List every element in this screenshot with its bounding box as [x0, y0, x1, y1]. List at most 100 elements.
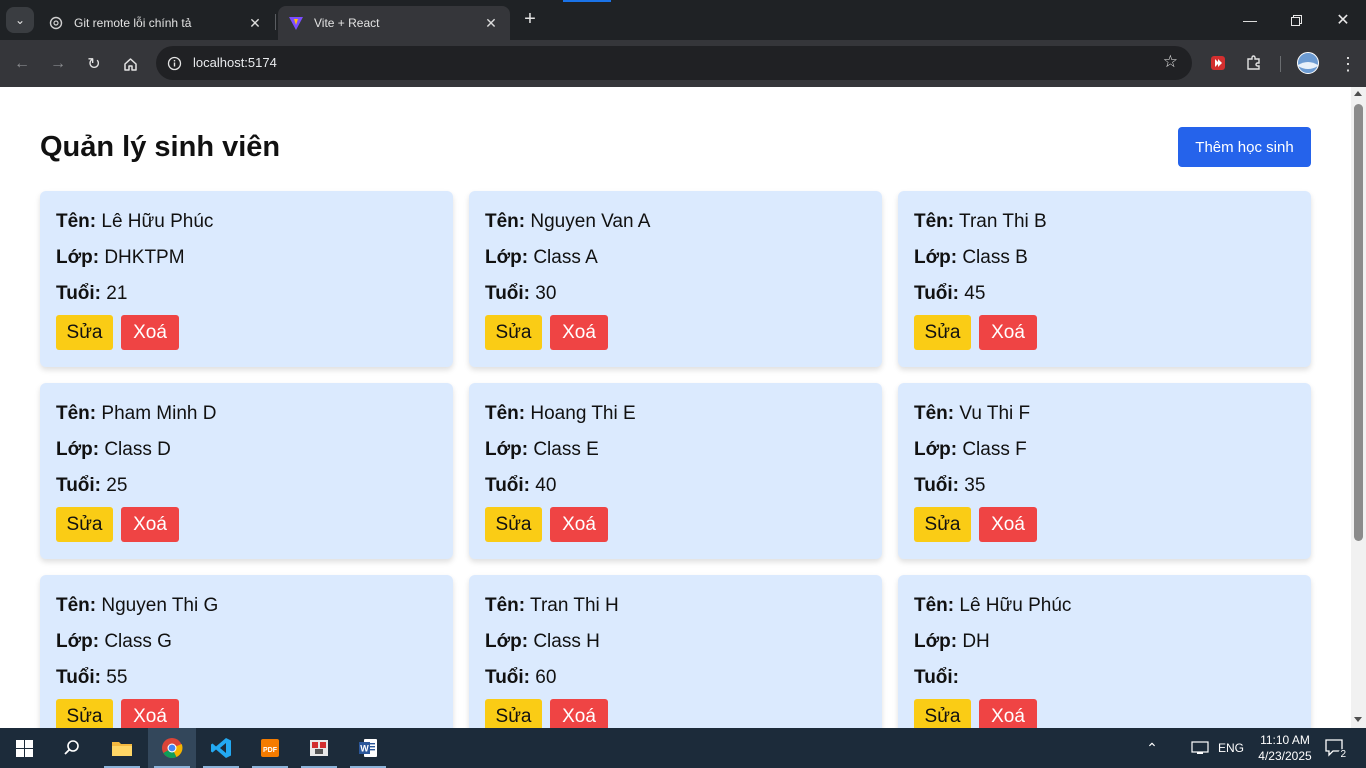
student-card: Tên: Vu Thi F Lớp: Class F Tuổi: 35 Sửa Xoá	[898, 383, 1311, 559]
student-name: Tên: Nguyen Thi G	[56, 595, 218, 617]
vscode-icon[interactable]	[197, 728, 245, 768]
minimize-icon[interactable]: —	[1227, 8, 1273, 32]
browser-toolbar: ← → ↻ localhost:5174 ☆ ⋮	[0, 40, 1366, 87]
name-label: Tên:	[485, 595, 526, 616]
notification-icon[interactable]: 2	[1320, 728, 1350, 768]
restore-icon[interactable]	[1273, 8, 1319, 32]
student-card: Tên: Tran Thi H Lớp: Class H Tuổi: 60 Sửa Xo…	[469, 575, 882, 728]
extension-red-icon[interactable]	[1208, 53, 1228, 73]
tab-vite-react[interactable]: Vite + React ✕	[278, 6, 510, 40]
name-value: Nguyen Van A	[530, 211, 651, 232]
class-value: Class D	[104, 439, 171, 460]
delete-button[interactable]: Xoá	[979, 507, 1037, 542]
edit-button[interactable]: Sửa	[56, 699, 113, 728]
home-icon[interactable]	[116, 50, 144, 78]
reload-icon[interactable]: ↻	[80, 50, 108, 78]
student-age: Tuổi: 25	[56, 475, 127, 497]
url-text: localhost:5174	[193, 55, 277, 70]
language-indicator[interactable]: ENG	[1214, 728, 1248, 768]
delete-button[interactable]: Xoá	[550, 315, 608, 350]
student-class: Lớp: Class D	[56, 439, 171, 461]
edit-button[interactable]: Sửa	[914, 507, 971, 542]
class-label: Lớp:	[56, 247, 100, 268]
delete-button[interactable]: Xoá	[121, 699, 179, 728]
student-class: Lớp: Class F	[914, 439, 1027, 461]
close-icon[interactable]: ✕	[246, 14, 264, 32]
edit-button[interactable]: Sửa	[56, 507, 113, 542]
word-icon[interactable]: W	[344, 728, 392, 768]
name-label: Tên:	[485, 403, 526, 424]
tab-git-remote[interactable]: Git remote lỗi chính tả ✕	[38, 6, 274, 40]
age-label: Tuổi:	[914, 283, 960, 304]
delete-button[interactable]: Xoá	[121, 315, 179, 350]
student-class: Lớp: Class G	[56, 631, 172, 653]
class-label: Lớp:	[914, 247, 958, 268]
student-class: Lớp: Class H	[485, 631, 600, 653]
scroll-down-arrow-icon[interactable]	[1354, 717, 1362, 722]
tab-search-button[interactable]: ⌄	[6, 7, 34, 33]
age-label: Tuổi:	[485, 283, 531, 304]
page-scrollbar[interactable]	[1351, 87, 1366, 728]
age-label: Tuổi:	[485, 475, 531, 496]
student-age: Tuổi: 55	[56, 667, 127, 689]
class-value: Class E	[533, 439, 599, 460]
class-label: Lớp:	[914, 439, 958, 460]
name-value: Vu Thi F	[959, 403, 1031, 424]
delete-button[interactable]: Xoá	[550, 699, 608, 728]
edit-button[interactable]: Sửa	[485, 507, 542, 542]
chevron-up-icon[interactable]: ⌃	[1140, 728, 1164, 768]
forward-arrow-icon[interactable]: →	[44, 50, 72, 78]
class-label: Lớp:	[485, 631, 529, 652]
file-explorer-icon[interactable]	[98, 728, 146, 768]
delete-button[interactable]: Xoá	[979, 315, 1037, 350]
delete-button[interactable]: Xoá	[979, 699, 1037, 728]
student-card: Tên: Nguyen Thi G Lớp: Class G Tuổi: 55 Sửa…	[40, 575, 453, 728]
chrome-icon[interactable]	[148, 728, 196, 768]
close-icon[interactable]: ✕	[482, 14, 500, 32]
page-content: Quản lý sinh viên Thêm học sinh Tên: Lê …	[0, 87, 1351, 728]
delete-button[interactable]: Xoá	[121, 507, 179, 542]
edit-button[interactable]: Sửa	[485, 315, 542, 350]
student-age: Tuổi:	[914, 667, 959, 689]
student-name: Tên: Pham Minh D	[56, 403, 217, 425]
network-icon[interactable]	[1188, 728, 1212, 768]
windows-start-icon[interactable]	[0, 728, 48, 768]
bookmark-star-icon[interactable]: ☆	[1163, 52, 1178, 72]
age-value: 21	[106, 283, 128, 304]
window-close-icon[interactable]: ✕	[1320, 8, 1366, 32]
back-arrow-icon[interactable]: ←	[8, 50, 36, 78]
delete-button[interactable]: Xoá	[550, 507, 608, 542]
name-value: Pham Minh D	[101, 403, 217, 424]
kebab-menu-icon[interactable]: ⋮	[1334, 50, 1362, 78]
extensions-puzzle-icon[interactable]	[1244, 53, 1264, 73]
address-bar[interactable]: localhost:5174 ☆	[156, 46, 1192, 80]
class-value: Class A	[533, 247, 598, 268]
student-card: Tên: Hoang Thi E Lớp: Class E Tuổi: 40 Sửa X…	[469, 383, 882, 559]
student-age: Tuổi: 35	[914, 475, 985, 497]
pdf-reader-icon[interactable]: PDF	[246, 728, 294, 768]
class-label: Lớp:	[56, 439, 100, 460]
class-value: Class G	[104, 631, 172, 652]
site-info-icon[interactable]	[164, 53, 184, 73]
edit-button[interactable]: Sửa	[914, 315, 971, 350]
class-label: Lớp:	[914, 631, 958, 652]
search-icon[interactable]	[48, 728, 96, 768]
edit-button[interactable]: Sửa	[914, 699, 971, 728]
profile-avatar[interactable]	[1296, 51, 1320, 75]
system-clock[interactable]: 11:10 AM 4/23/2025	[1250, 732, 1320, 764]
name-label: Tên:	[914, 595, 955, 616]
app-5-icon[interactable]	[295, 728, 343, 768]
edit-button[interactable]: Sửa	[485, 699, 542, 728]
new-tab-plus-icon[interactable]: +	[519, 9, 541, 31]
student-name: Tên: Hoang Thi E	[485, 403, 636, 425]
scroll-up-arrow-icon[interactable]	[1354, 91, 1362, 96]
student-age: Tuổi: 45	[914, 283, 985, 305]
student-name: Tên: Nguyen Van A	[485, 211, 650, 233]
tab-title: Git remote lỗi chính tả	[74, 16, 192, 30]
scrollbar-thumb[interactable]	[1354, 104, 1363, 541]
class-label: Lớp:	[56, 631, 100, 652]
name-value: Lê Hữu Phúc	[959, 595, 1072, 616]
name-label: Tên:	[56, 211, 97, 232]
add-student-button[interactable]: Thêm học sinh	[1178, 127, 1311, 167]
edit-button[interactable]: Sửa	[56, 315, 113, 350]
